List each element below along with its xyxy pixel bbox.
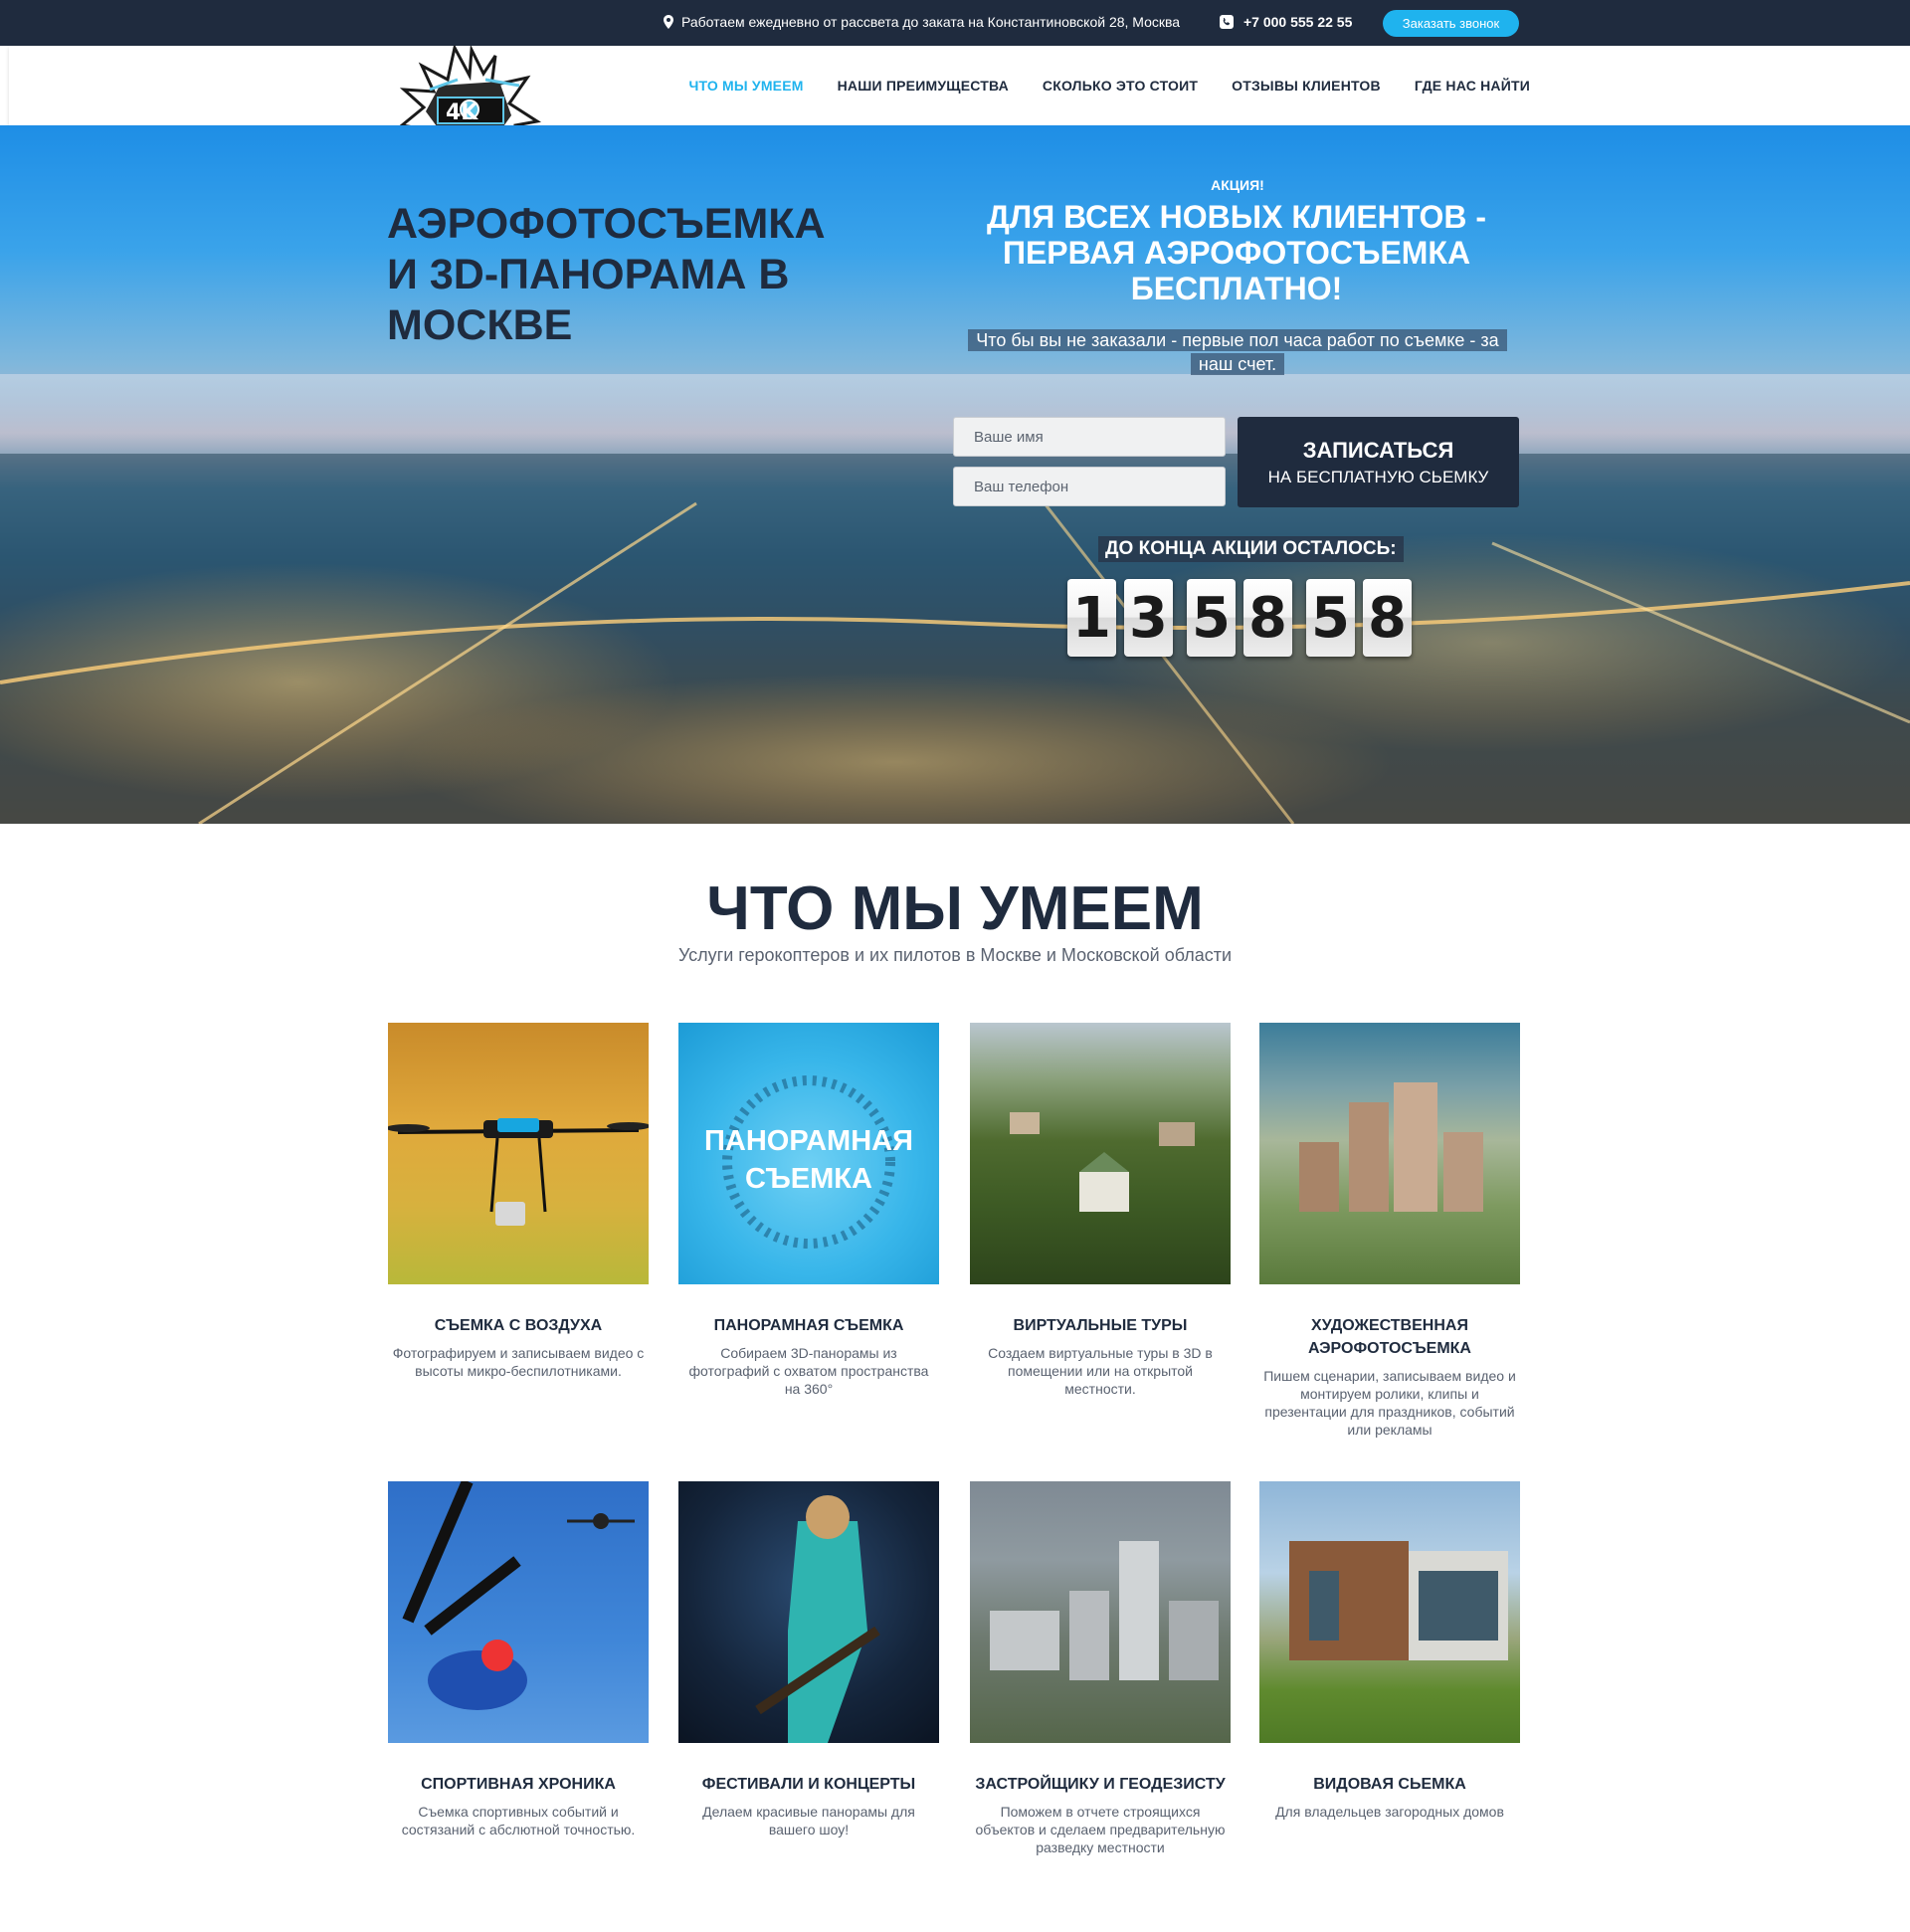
countdown-digit: 5	[1187, 579, 1236, 657]
countdown-digit: 5	[1306, 579, 1355, 657]
service-image-panorama: ПАНОРАМНАЯ СЪЕМКА	[678, 1023, 939, 1284]
site-header: 4K ЧТО МЫ УМЕЕМ НАШИ ПРЕИМУЩЕСТВА СКОЛЬК…	[9, 46, 1910, 167]
callback-button[interactable]: Заказать звонок	[1383, 10, 1519, 37]
service-card-sports[interactable]: СПОРТИВНАЯ ХРОНИКА Съемка спортивных соб…	[388, 1481, 649, 1838]
address-info: Работаем ежедневно от рассвета до заката…	[664, 14, 1180, 30]
service-description: Делаем красивые панорамы для вашего шоу!	[702, 1804, 915, 1837]
service-card-aerial[interactable]: СЪЕМКА С ВОЗДУХА Фотографируем и записыв…	[388, 1023, 649, 1380]
services-subtitle: Услуги герокоптеров и их пилотов в Москв…	[677, 945, 1233, 965]
service-image-city-aerial	[970, 1023, 1231, 1284]
service-image-drone	[388, 1023, 649, 1284]
service-title: ПАНОРАМНАЯ СЪЕМКА	[713, 1317, 904, 1334]
promo-subtitle: Что бы вы не заказали - первые пол часа …	[959, 328, 1516, 376]
address-text: Работаем ежедневно от рассвета до заката…	[681, 14, 1181, 30]
nav-item-location[interactable]: ГДЕ НАС НАЙТИ	[1415, 78, 1530, 94]
phone-number[interactable]: +7 000 555 22 55	[1243, 14, 1352, 30]
service-card-panorama[interactable]: ПАНОРАМНАЯ СЪЕМКА ПАНОРАМНАЯ СЪЕМКА Соби…	[678, 1023, 939, 1398]
service-description: Поможем в отчете строящихся объектов и с…	[975, 1804, 1226, 1855]
service-description: Съемка спортивных событий и состязаний с…	[401, 1804, 636, 1837]
service-description: Создаем виртуальные туры в 3D в помещени…	[988, 1345, 1213, 1397]
service-card-virtual-tours[interactable]: ВИРТУАЛЬНЫЕ ТУРЫ Создаем виртуальные тур…	[970, 1023, 1231, 1398]
main-nav: ЧТО МЫ УМЕЕМ НАШИ ПРЕИМУЩЕСТВА СКОЛЬКО Э…	[688, 46, 1530, 125]
nav-item-pricing[interactable]: СКОЛЬКО ЭТО СТОИТ	[1043, 78, 1198, 94]
service-card-artistic[interactable]: ХУДОЖЕСТВЕННАЯ АЭРОФОТОСЪЕМКА Пишем сцен…	[1259, 1023, 1520, 1439]
service-title: СПОРТИВНАЯ ХРОНИКА	[421, 1776, 616, 1793]
countdown-digit: 8	[1363, 579, 1412, 657]
service-title: ФЕСТИВАЛИ И КОНЦЕРТЫ	[701, 1776, 916, 1793]
service-title: ВИДОВАЯ СЬЕМКА	[1313, 1776, 1466, 1793]
service-card-concerts[interactable]: ФЕСТИВАЛИ И КОНЦЕРТЫ Делаем красивые пан…	[678, 1481, 939, 1838]
signup-button-subtitle: НА БЕСПЛАТНУЮ СЬЕМКУ	[1267, 467, 1489, 486]
panorama-image-caption: ПАНОРАМНАЯ СЪЕМКА	[704, 1125, 913, 1195]
phone-input[interactable]: Ваш телефон	[953, 467, 1226, 506]
service-image-buildings	[1259, 1023, 1520, 1284]
promo-subtitle-text: Что бы вы не заказали - первые пол часа …	[968, 329, 1507, 375]
service-description: Фотографируем и записываем видео с высот…	[392, 1345, 645, 1379]
service-title: ВИРТУАЛЬНЫЕ ТУРЫ	[1013, 1317, 1188, 1334]
service-title: ХУДОЖЕСТВЕННАЯ АЭРОФОТОСЪЕМКА	[1308, 1317, 1471, 1357]
service-description: Для владельцев загородных домов	[1275, 1804, 1504, 1820]
countdown-digit: 3	[1124, 579, 1173, 657]
signup-button[interactable]: ЗАПИСАТЬСЯ НА БЕСПЛАТНУЮ СЬЕМКУ	[1238, 417, 1519, 507]
name-input[interactable]: Ваше имя	[953, 417, 1226, 457]
countdown-label: ДО КОНЦА АКЦИИ ОСТАЛОСЬ:	[1098, 536, 1404, 562]
countdown-digit: 1	[1067, 579, 1116, 657]
hero-section: АЭРОФОТОСЪЕМКА И 3D-ПАНОРАМА В МОСКВЕ АК…	[0, 125, 1910, 824]
service-image-skier	[388, 1481, 649, 1743]
service-description: Собираем 3D-панорамы из фотографий с охв…	[688, 1345, 929, 1397]
nav-item-advantages[interactable]: НАШИ ПРЕИМУЩЕСТВА	[838, 78, 1009, 94]
service-image-house	[1259, 1481, 1520, 1743]
services-title: ЧТО МЫ УМЕЕМ	[706, 874, 1204, 943]
svg-text:4K: 4K	[446, 100, 478, 125]
service-image-concert	[678, 1481, 939, 1743]
nav-item-reviews[interactable]: ОТЗЫВЫ КЛИЕНТОВ	[1232, 78, 1381, 94]
signup-button-title: ЗАПИСАТЬСЯ	[1302, 437, 1454, 463]
hero-title: АЭРОФОТОСЪЕМКА И 3D-ПАНОРАМА В МОСКВЕ	[387, 200, 826, 349]
service-card-developers[interactable]: ЗАСТРОЙЩИКУ И ГЕОДЕЗИСТУ Поможем в отчет…	[970, 1481, 1231, 1856]
service-image-construction	[970, 1481, 1231, 1743]
promo-title: ДЛЯ ВСЕХ НОВЫХ КЛИЕНТОВ - ПЕРВАЯ АЭРОФОТ…	[986, 199, 1487, 306]
countdown-digit: 8	[1243, 579, 1292, 657]
service-card-scenic[interactable]: ВИДОВАЯ СЬЕМКА Для владельцев загородных…	[1259, 1481, 1520, 1821]
promo-label: АКЦИЯ!	[1211, 177, 1264, 193]
phone-info: +7 000 555 22 55	[1220, 14, 1352, 30]
service-title: ЗАСТРОЙЩИКУ И ГЕОДЕЗИСТУ	[975, 1776, 1226, 1793]
nav-item-skills[interactable]: ЧТО МЫ УМЕЕМ	[688, 78, 803, 94]
countdown-timer: 1 3 5 8 5 8	[1067, 579, 1420, 657]
service-description: Пишем сценарии, записываем видео и монти…	[1263, 1368, 1516, 1438]
location-pin-icon	[664, 15, 673, 29]
service-title: СЪЕМКА С ВОЗДУХА	[434, 1317, 603, 1334]
phone-icon	[1220, 15, 1234, 29]
top-bar: Работаем ежедневно от рассвета до заката…	[0, 0, 1910, 46]
